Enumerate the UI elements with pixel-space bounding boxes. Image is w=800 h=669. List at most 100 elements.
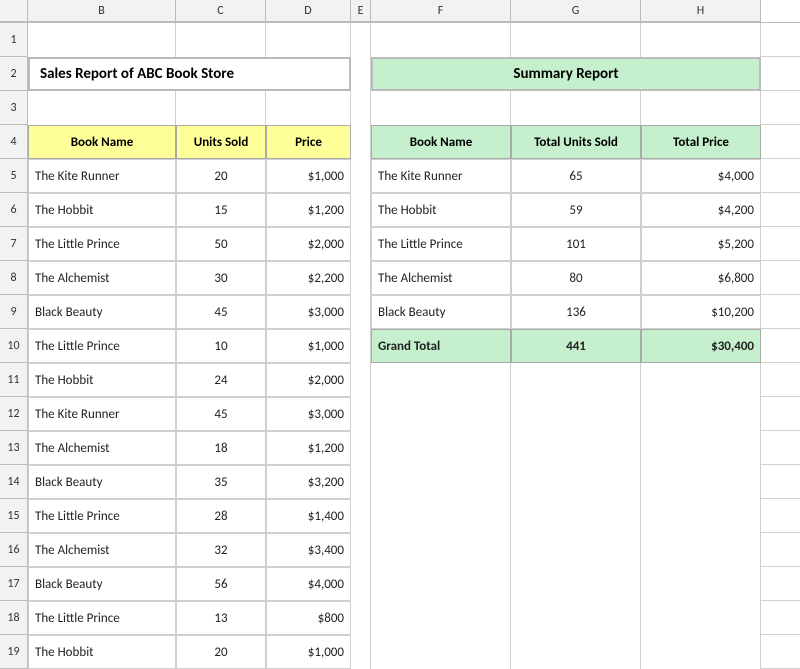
row-num-12[interactable]: 12 <box>0 397 28 431</box>
sales-r11-bookname[interactable]: The Little Prince <box>28 499 176 533</box>
cell-d1[interactable] <box>266 23 351 57</box>
summary-r2-bookname[interactable]: The Hobbit <box>371 193 511 227</box>
sales-r3-units[interactable]: 50 <box>176 227 266 261</box>
cell-g14[interactable] <box>511 465 641 499</box>
cell-g18[interactable] <box>511 601 641 635</box>
row-num-15[interactable]: 15 <box>0 499 28 533</box>
sales-r1-price[interactable]: $1,000 <box>266 159 351 193</box>
sales-r5-price[interactable]: $3,000 <box>266 295 351 329</box>
sales-header-price[interactable]: Price <box>266 125 351 159</box>
sales-r2-price[interactable]: $1,200 <box>266 193 351 227</box>
cell-g16[interactable] <box>511 533 641 567</box>
cell-h12[interactable] <box>641 397 761 431</box>
sales-r14-price[interactable]: $800 <box>266 601 351 635</box>
row-num-10[interactable]: 10 <box>0 329 28 363</box>
row-num-17[interactable]: 17 <box>0 567 28 601</box>
sales-r6-bookname[interactable]: The Little Prince <box>28 329 176 363</box>
summary-r4-bookname[interactable]: The Alchemist <box>371 261 511 295</box>
cell-e13[interactable] <box>351 431 371 465</box>
sales-r10-price[interactable]: $3,200 <box>266 465 351 499</box>
sales-report-title[interactable]: Sales Report of ABC Book Store <box>28 57 351 91</box>
cell-g15[interactable] <box>511 499 641 533</box>
col-header-g[interactable]: G <box>511 0 641 22</box>
cell-e9[interactable] <box>351 295 371 329</box>
sales-r9-price[interactable]: $1,200 <box>266 431 351 465</box>
sales-r15-bookname[interactable]: The Hobbit <box>28 635 176 669</box>
row-num-16[interactable]: 16 <box>0 533 28 567</box>
col-header-e[interactable]: E <box>351 0 371 22</box>
sales-r5-bookname[interactable]: Black Beauty <box>28 295 176 329</box>
sales-r10-units[interactable]: 35 <box>176 465 266 499</box>
cell-f19[interactable] <box>371 635 511 669</box>
sales-r9-bookname[interactable]: The Alchemist <box>28 431 176 465</box>
row-num-13[interactable]: 13 <box>0 431 28 465</box>
cell-h13[interactable] <box>641 431 761 465</box>
row-num-3[interactable]: 3 <box>0 91 28 125</box>
col-header-b[interactable]: B <box>28 0 176 22</box>
summary-r1-units[interactable]: 65 <box>511 159 641 193</box>
grand-total-units[interactable]: 441 <box>511 329 641 363</box>
sales-r11-units[interactable]: 28 <box>176 499 266 533</box>
sales-r4-bookname[interactable]: The Alchemist <box>28 261 176 295</box>
cell-e2[interactable] <box>351 57 371 91</box>
col-header-f[interactable]: F <box>371 0 511 22</box>
sales-r15-price[interactable]: $1,000 <box>266 635 351 669</box>
grand-total-price[interactable]: $30,400 <box>641 329 761 363</box>
row-num-1[interactable]: 1 <box>0 23 28 57</box>
sales-r13-units[interactable]: 56 <box>176 567 266 601</box>
cell-g3[interactable] <box>511 91 641 125</box>
summary-r5-price[interactable]: $10,200 <box>641 295 761 329</box>
cell-h1[interactable] <box>641 23 761 57</box>
cell-g17[interactable] <box>511 567 641 601</box>
sales-r13-price[interactable]: $4,000 <box>266 567 351 601</box>
summary-r2-price[interactable]: $4,200 <box>641 193 761 227</box>
cell-f17[interactable] <box>371 567 511 601</box>
cell-f18[interactable] <box>371 601 511 635</box>
sales-r12-price[interactable]: $3,400 <box>266 533 351 567</box>
sales-r5-units[interactable]: 45 <box>176 295 266 329</box>
grand-total-label[interactable]: Grand Total <box>371 329 511 363</box>
sales-r2-bookname[interactable]: The Hobbit <box>28 193 176 227</box>
cell-e10[interactable] <box>351 329 371 363</box>
cell-e14[interactable] <box>351 465 371 499</box>
cell-f16[interactable] <box>371 533 511 567</box>
cell-e6[interactable] <box>351 193 371 227</box>
summary-header-totalunits[interactable]: Total Units Sold <box>511 125 641 159</box>
cell-g13[interactable] <box>511 431 641 465</box>
cell-e3[interactable] <box>351 91 371 125</box>
cell-f3[interactable] <box>371 91 511 125</box>
sales-r15-units[interactable]: 20 <box>176 635 266 669</box>
sales-r14-bookname[interactable]: The Little Prince <box>28 601 176 635</box>
sales-r8-units[interactable]: 45 <box>176 397 266 431</box>
summary-r5-bookname[interactable]: Black Beauty <box>371 295 511 329</box>
cell-e16[interactable] <box>351 533 371 567</box>
cell-e1[interactable] <box>351 23 371 57</box>
summary-r1-price[interactable]: $4,000 <box>641 159 761 193</box>
cell-f13[interactable] <box>371 431 511 465</box>
cell-e11[interactable] <box>351 363 371 397</box>
cell-b1[interactable] <box>28 23 176 57</box>
sales-r12-bookname[interactable]: The Alchemist <box>28 533 176 567</box>
cell-g19[interactable] <box>511 635 641 669</box>
cell-h3[interactable] <box>641 91 761 125</box>
summary-r3-units[interactable]: 101 <box>511 227 641 261</box>
row-num-2[interactable]: 2 <box>0 57 28 91</box>
sales-r9-units[interactable]: 18 <box>176 431 266 465</box>
cell-f12[interactable] <box>371 397 511 431</box>
row-num-19[interactable]: 19 <box>0 635 28 669</box>
sales-r4-units[interactable]: 30 <box>176 261 266 295</box>
cell-e15[interactable] <box>351 499 371 533</box>
sales-r13-bookname[interactable]: Black Beauty <box>28 567 176 601</box>
sales-r1-bookname[interactable]: The Kite Runner <box>28 159 176 193</box>
row-num-11[interactable]: 11 <box>0 363 28 397</box>
row-num-6[interactable]: 6 <box>0 193 28 227</box>
sales-r8-price[interactable]: $3,000 <box>266 397 351 431</box>
sales-r8-bookname[interactable]: The Kite Runner <box>28 397 176 431</box>
cell-c1[interactable] <box>176 23 266 57</box>
sales-r1-units[interactable]: 20 <box>176 159 266 193</box>
cell-e7[interactable] <box>351 227 371 261</box>
cell-e8[interactable] <box>351 261 371 295</box>
summary-r2-units[interactable]: 59 <box>511 193 641 227</box>
sales-r6-units[interactable]: 10 <box>176 329 266 363</box>
sales-r7-bookname[interactable]: The Hobbit <box>28 363 176 397</box>
